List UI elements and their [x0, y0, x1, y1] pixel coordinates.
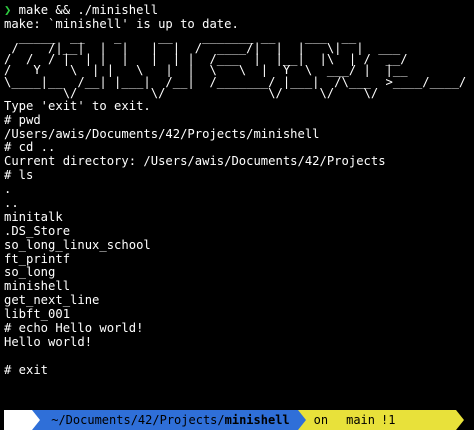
output-line: .DS_Store [4, 224, 71, 238]
minishell-ascii-banner: _____ __ _ __ _______ __ ___ __ / /|__| … [4, 31, 467, 100]
output-line: ft_printf [4, 252, 71, 266]
output-line: # ls [4, 169, 34, 183]
git-segment: on main !1 [305, 410, 456, 430]
command-line-make: ❯ make && ./minishell [4, 4, 474, 18]
output-line: so_long [4, 266, 56, 280]
output-line: get_next_line [4, 294, 100, 308]
os-segment [14, 410, 32, 430]
output-line: libft_001 [4, 308, 71, 322]
output-line: minishell [4, 280, 71, 294]
output-line: minitalk [4, 210, 63, 224]
output-line: so_long_linux_school [4, 238, 151, 252]
output-line: # pwd [4, 113, 41, 127]
path-segment: ~/Documents/42/Projects/minishell [40, 410, 298, 430]
output-line: Current directory: /Users/awis/Documents… [4, 155, 386, 169]
output-line: # echo Hello world! [4, 322, 144, 336]
output-line: .. [4, 197, 19, 211]
status-bar-right-cap [464, 410, 474, 430]
git-on-label: on [313, 413, 329, 427]
output-line: # cd .. [4, 141, 56, 155]
segment-separator-icon [32, 410, 40, 430]
status-bar-left-cap [0, 410, 14, 430]
path-current-dir: minishell [224, 413, 290, 427]
command-text: make && ./minishell [11, 4, 159, 17]
terminal-output[interactable]: ❯ make && ./minishell make: `minishell' … [0, 0, 474, 410]
segment-separator-icon [456, 410, 464, 430]
make-output: make: `minishell' is up to date. [4, 17, 239, 31]
output-line: Type 'exit' to exit. [4, 99, 151, 113]
path-prefix: ~/Documents/42/Projects/ [44, 413, 225, 427]
output-line: /Users/awis/Documents/42/Projects/minish… [4, 127, 320, 141]
output-line: # exit [4, 363, 49, 377]
git-status-badge: !1 [381, 413, 396, 427]
output-line: . [4, 183, 12, 197]
prompt-status-bar: ~/Documents/42/Projects/minishell on mai… [0, 410, 474, 430]
git-branch-name: main [346, 413, 376, 427]
output-line: Hello world! [4, 335, 93, 349]
segment-separator-icon [297, 410, 306, 430]
